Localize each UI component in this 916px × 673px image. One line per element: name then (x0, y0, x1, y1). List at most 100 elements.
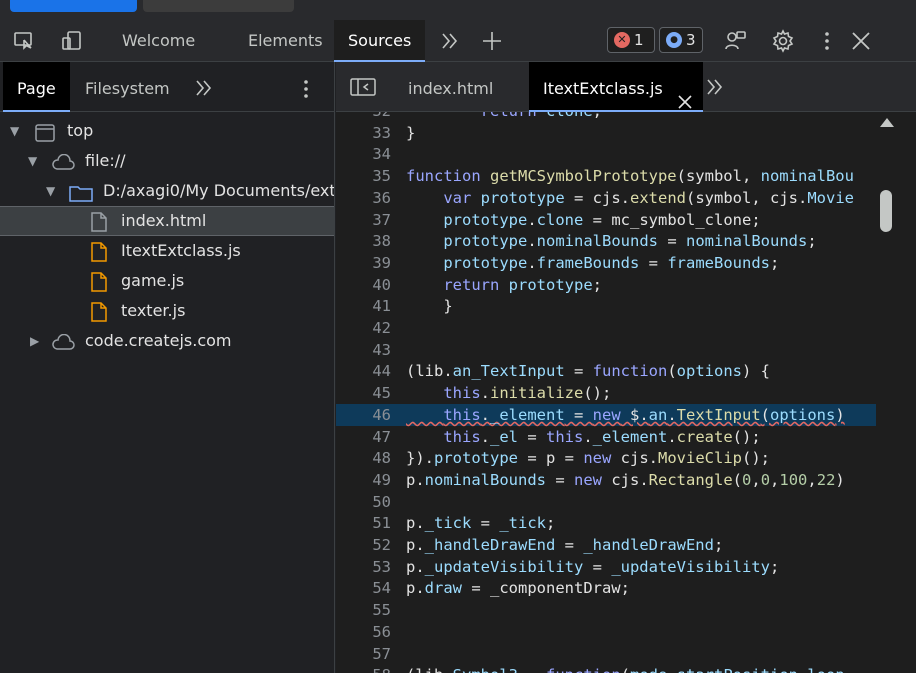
line-number[interactable]: 50 (336, 491, 391, 513)
strip-button-secondary[interactable] (143, 0, 294, 12)
line-number[interactable]: 42 (336, 317, 391, 339)
line-number[interactable]: 53 (336, 556, 391, 578)
line-number[interactable]: 55 (336, 599, 391, 621)
code-line[interactable]: 39 prototype.frameBounds = frameBounds; (336, 252, 876, 274)
code-line[interactable]: 53 p._updateVisibility = _updateVisibilit… (336, 556, 876, 578)
code-line[interactable]: 37 prototype.clone = mc_symbol_clone; (336, 209, 876, 231)
line-number[interactable]: 57 (336, 643, 391, 665)
line-number[interactable]: 56 (336, 621, 391, 643)
editor-scrollbar[interactable] (876, 112, 916, 673)
line-number[interactable]: 58 (336, 664, 391, 673)
code-line[interactable]: 32 return clone; (336, 112, 876, 122)
tree-item-itextextclass-js[interactable]: ItextExtclass.js (0, 236, 334, 266)
line-number[interactable]: 39 (336, 252, 391, 274)
line-number[interactable]: 44 (336, 360, 391, 382)
line-number[interactable]: 51 (336, 512, 391, 534)
line-text: prototype.nominalBounds = nominalBounds; (443, 232, 817, 251)
caret-down-icon[interactable]: ▼ (46, 176, 60, 206)
code-line[interactable]: 36 var prototype = cjs.extend(symbol, cj… (336, 187, 876, 209)
navigator-menu-icon[interactable] (302, 79, 310, 103)
code-line[interactable]: 54 p.draw = _componentDraw; (336, 577, 876, 599)
code-line[interactable]: 50 (336, 491, 876, 513)
message-count-badge[interactable]: ● 3 (659, 27, 703, 53)
line-number[interactable]: 49 (336, 469, 391, 491)
line-number[interactable]: 33 (336, 122, 391, 144)
code-line[interactable]: 35 function getMCSymbolPrototype(symbol, … (336, 165, 876, 187)
scroll-up-arrow-icon[interactable] (880, 118, 894, 127)
tree-item-top[interactable]: ▼ top (0, 116, 334, 146)
tree-label: ItextExtclass.js (121, 241, 241, 260)
close-devtools-icon[interactable] (849, 29, 873, 53)
line-text: var prototype = cjs.extend(symbol, cjs.M… (443, 188, 854, 207)
code-line[interactable]: 42 (336, 317, 876, 339)
more-tabs-icon[interactable] (438, 29, 462, 53)
tree-item-file[interactable]: ▼ file:// (0, 146, 334, 176)
line-number[interactable]: 38 (336, 230, 391, 252)
strip-button-primary[interactable] (10, 0, 137, 12)
code-line[interactable]: 45 this.initialize(); (336, 382, 876, 404)
settings-gear-icon[interactable] (771, 29, 795, 53)
line-number[interactable]: 54 (336, 577, 391, 599)
more-navigators-icon[interactable] (194, 78, 216, 102)
line-number[interactable]: 41 (336, 295, 391, 317)
tab-itextextclass-js[interactable]: ItextExtclass.js (529, 62, 703, 112)
tree-item-game-js[interactable]: game.js (0, 266, 334, 296)
code-line[interactable]: 52 p._handleDrawEnd = _handleDrawEnd; (336, 534, 876, 556)
code-line[interactable]: 40 return prototype; (336, 274, 876, 296)
code-line[interactable]: 34 (336, 143, 876, 165)
line-text: prototype.frameBounds = frameBounds; (443, 253, 780, 272)
tree-item-folder[interactable]: ▼ D:/axagi0/My Documents/ext (0, 176, 334, 206)
code-line[interactable]: 49 p.nominalBounds = new cjs.Rectangle(0,… (336, 469, 876, 491)
line-number[interactable]: 34 (336, 143, 391, 165)
line-number[interactable]: 37 (336, 209, 391, 231)
tab-label: ItextExtclass.js (543, 79, 663, 98)
toggle-navigator-icon[interactable] (350, 76, 376, 102)
tree-label: game.js (121, 271, 185, 290)
tree-item-index-html[interactable]: index.html (0, 206, 334, 236)
code-line[interactable]: 48}).prototype = p = new cjs.MovieClip()… (336, 447, 876, 469)
code-line[interactable]: 56 (336, 621, 876, 643)
code-line[interactable]: 44 (lib.an_TextInput = function(options) … (336, 360, 876, 382)
code-editor[interactable]: 32 return clone;33}3435function getMCSym… (336, 112, 876, 673)
error-count-badge[interactable]: ✕ 1 (607, 27, 655, 53)
code-line[interactable]: 43 (336, 339, 876, 361)
feedback-icon[interactable] (723, 29, 747, 53)
line-number[interactable]: 36 (336, 187, 391, 209)
device-toolbar-icon[interactable] (60, 29, 84, 53)
code-line[interactable]: 51 p._tick = _tick; (336, 512, 876, 534)
more-editor-tabs-icon[interactable] (705, 77, 727, 101)
tab-page[interactable]: Page (3, 62, 70, 112)
tree-item-texter-js[interactable]: texter.js (0, 296, 334, 326)
line-number[interactable]: 45 (336, 382, 391, 404)
scroll-thumb[interactable] (880, 190, 892, 232)
line-number[interactable]: 48 (336, 447, 391, 469)
tree-item-createjs[interactable]: ▶ code.createjs.com (0, 326, 334, 356)
line-number[interactable]: 52 (336, 534, 391, 556)
tab-elements[interactable]: Elements (234, 20, 337, 62)
line-number[interactable]: 32 (336, 112, 391, 122)
code-line[interactable]: 41 } (336, 295, 876, 317)
js-file-icon (91, 242, 109, 262)
inspect-element-icon[interactable] (12, 29, 36, 53)
code-line[interactable]: 58 (lib.Symbol3 = function(mode,startPosi… (336, 664, 876, 673)
code-line[interactable]: 55 (336, 599, 876, 621)
tab-index-html[interactable]: index.html (394, 62, 507, 112)
add-tab-icon[interactable] (480, 29, 504, 53)
code-line[interactable]: 33} (336, 122, 876, 144)
code-line[interactable]: 47 this._el = this._element.create(); (336, 426, 876, 448)
caret-down-icon[interactable]: ▼ (10, 116, 24, 146)
line-number[interactable]: 43 (336, 339, 391, 361)
caret-down-icon[interactable]: ▼ (28, 146, 42, 176)
tab-sources[interactable]: Sources (334, 20, 426, 62)
tab-filesystem[interactable]: Filesystem (71, 62, 184, 112)
code-line[interactable]: 38 prototype.nominalBounds = nominalBoun… (336, 230, 876, 252)
line-number[interactable]: 40 (336, 274, 391, 296)
line-number[interactable]: 35 (336, 165, 391, 187)
tab-welcome[interactable]: Welcome (108, 20, 209, 62)
line-number[interactable]: 46 (336, 404, 391, 426)
line-number[interactable]: 47 (336, 426, 391, 448)
code-line[interactable]: 46 this._element = new $.an.TextInput(op… (336, 403, 876, 426)
kebab-menu-icon[interactable] (815, 29, 839, 53)
caret-right-icon[interactable]: ▶ (30, 326, 44, 356)
code-line[interactable]: 57 (336, 643, 876, 665)
